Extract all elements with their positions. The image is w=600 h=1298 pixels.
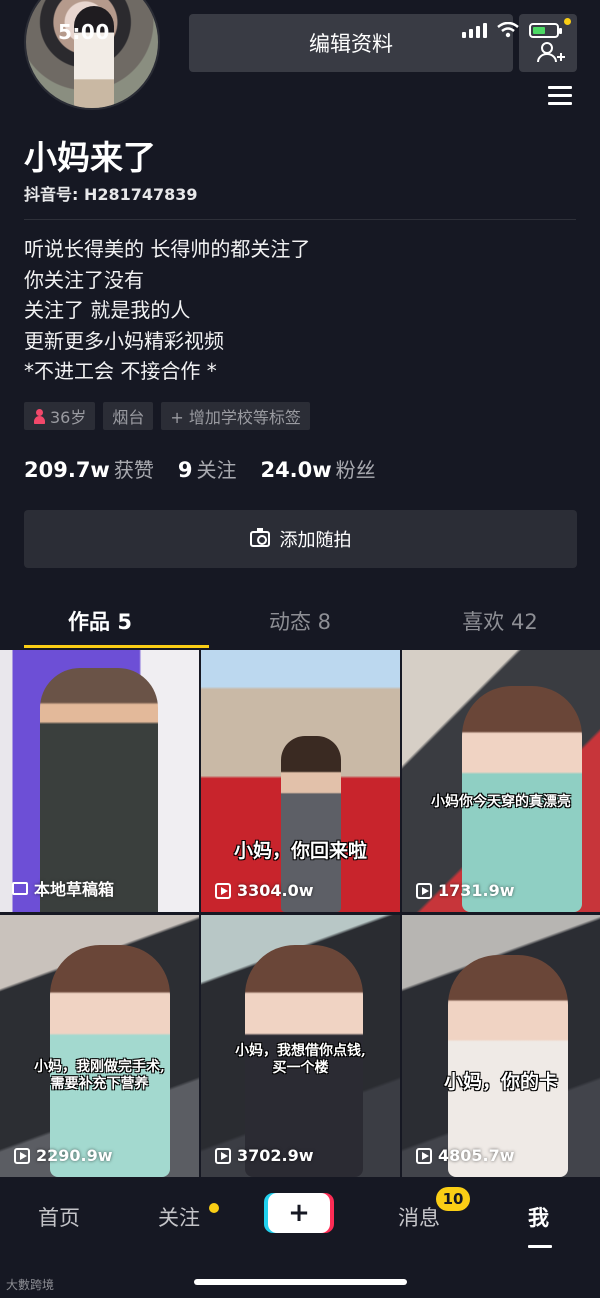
profile-avatar[interactable] — [24, 0, 160, 110]
female-icon — [33, 408, 46, 424]
tab-indicator — [24, 645, 209, 648]
video-thumbnail[interactable]: 小妈，你的卡 4805.7w — [402, 915, 600, 1177]
battery-icon — [529, 22, 562, 38]
video-thumbnail[interactable]: 小妈，我想借你点钱, 买一个楼 3702.9w — [201, 915, 400, 1177]
play-count-value: 1731.9w — [438, 881, 515, 900]
bio-line: 你关注了没有 — [24, 267, 144, 292]
play-count: 2290.9w — [14, 1146, 113, 1165]
nav-home[interactable]: 首页 — [38, 1202, 80, 1232]
age-tag: 36岁 — [24, 402, 96, 430]
video-thumbnail[interactable]: 小妈，我刚做完手术, 需要补充下营养 2290.9w — [0, 915, 199, 1177]
profile-tabs: 作品 5 动态 8 喜欢 42 — [0, 600, 600, 648]
video-thumbnail-drafts[interactable]: 本地草稿箱 — [0, 650, 199, 912]
douyin-id: 抖音号: H281747839 — [24, 185, 198, 204]
profile-stats: 209.7w 获赞 9 关注 24.0w 粉丝 — [24, 454, 400, 483]
video-thumbnail[interactable]: 小妈，你回来啦 3304.0w — [201, 650, 400, 912]
nav-active-indicator — [528, 1245, 552, 1248]
play-count-value: 2290.9w — [36, 1146, 113, 1165]
play-count-value: 4805.7w — [438, 1146, 515, 1165]
video-caption: 小妈你今天穿的真漂亮 — [431, 794, 571, 810]
create-video-button[interactable]: + — [268, 1193, 330, 1233]
following-dot — [209, 1203, 219, 1213]
play-count: 4805.7w — [416, 1146, 515, 1165]
play-count-value: 3702.9w — [237, 1146, 314, 1165]
camera-icon — [249, 528, 270, 547]
bottom-nav: 首页 关注 + 消息 10 我 大數跨境 — [0, 1178, 600, 1298]
bio-line: 关注了 就是我的人 — [24, 298, 191, 322]
add-school-tag-button[interactable]: + 增加学校等标签 — [161, 402, 310, 430]
bio-line: 更新更多小妈精彩视频 — [24, 328, 224, 353]
bio-line: 听说长得美的 长得帅的都关注了 — [24, 237, 311, 261]
messages-badge: 10 — [436, 1187, 470, 1211]
nav-me[interactable]: 我 — [528, 1202, 549, 1232]
video-caption-line: 小妈，我想借你点钱, — [235, 1043, 366, 1059]
menu-icon[interactable] — [548, 86, 572, 106]
thumbnail-figure — [448, 955, 568, 1177]
home-indicator[interactable] — [194, 1279, 407, 1285]
status-time: 5:00 — [58, 20, 110, 44]
play-count-value: 3304.0w — [237, 881, 314, 900]
watermark: 大數跨境 — [6, 1278, 55, 1292]
profile-tags: 36岁 烟台 + 增加学校等标签 — [24, 402, 310, 430]
play-icon — [416, 882, 432, 899]
status-icons — [462, 22, 562, 38]
play-count: 1731.9w — [416, 881, 515, 900]
video-caption: 小妈，你回来啦 — [233, 840, 367, 862]
video-caption-line: 买一个楼 — [272, 1060, 329, 1076]
tab-likes[interactable]: 喜欢 42 — [400, 600, 600, 648]
following-count[interactable]: 9 — [178, 458, 193, 482]
drafts-label: 本地草稿箱 — [12, 876, 114, 900]
video-caption-line: 需要补充下营养 — [50, 1076, 149, 1092]
tab-works[interactable]: 作品 5 — [0, 600, 200, 648]
followers-label[interactable]: 粉丝 — [336, 454, 376, 483]
add-moment-label: 添加随拍 — [279, 530, 352, 551]
play-icon — [416, 1147, 432, 1164]
city-tag: 烟台 — [103, 402, 154, 430]
video-thumbnail[interactable]: 小妈你今天穿的真漂亮 1731.9w — [402, 650, 600, 912]
video-caption: 小妈，我刚做完手术, 需要补充下营养 — [0, 1059, 199, 1093]
signal-icon — [462, 22, 487, 38]
tab-moments[interactable]: 动态 8 — [200, 600, 400, 648]
divider — [24, 219, 576, 220]
video-caption: 小妈，我想借你点钱, 买一个楼 — [201, 1043, 400, 1077]
bio-line: *不进工会 不接合作 * — [24, 359, 217, 383]
nav-messages[interactable]: 消息 — [398, 1202, 440, 1232]
following-label[interactable]: 关注 — [196, 454, 236, 483]
add-moment-button[interactable]: 添加随拍 — [24, 510, 577, 568]
wifi-icon — [497, 22, 519, 38]
notification-dot — [564, 18, 571, 25]
video-caption-line: 小妈，我刚做完手术, — [34, 1059, 165, 1075]
play-count: 3702.9w — [215, 1146, 314, 1165]
play-icon — [14, 1147, 30, 1164]
age-tag-label: 36岁 — [50, 408, 87, 427]
play-icon — [215, 1147, 231, 1164]
likes-count: 209.7w — [24, 458, 110, 482]
followers-count[interactable]: 24.0w — [260, 458, 331, 482]
drafts-box-icon — [12, 881, 28, 895]
nav-following[interactable]: 关注 — [158, 1202, 200, 1232]
profile-bio: 听说长得美的 长得帅的都关注了 你关注了没有 关注了 就是我的人 更新更多小妈精… — [24, 234, 310, 387]
video-caption: 小妈，你的卡 — [443, 1071, 558, 1093]
drafts-text: 本地草稿箱 — [34, 880, 115, 899]
likes-label: 获赞 — [113, 458, 154, 482]
profile-name: 小妈来了 — [24, 138, 156, 177]
play-icon — [215, 882, 231, 899]
play-count: 3304.0w — [215, 881, 314, 900]
video-grid: 本地草稿箱 小妈，你回来啦 3304.0w 小妈你今天穿的真漂亮 1731.9w… — [0, 650, 600, 1178]
